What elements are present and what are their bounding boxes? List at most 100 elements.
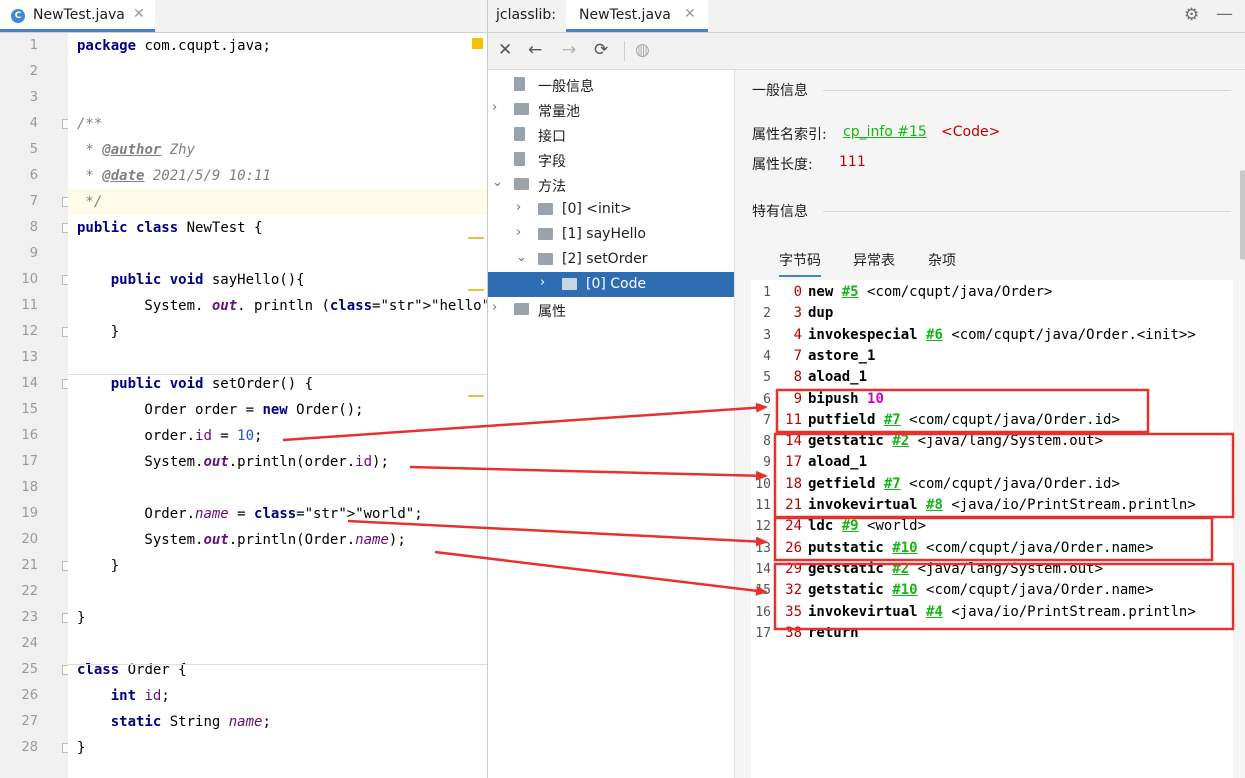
line-number: 3 xyxy=(29,90,38,105)
constant-pool-link[interactable]: #6 xyxy=(926,327,943,343)
code-area[interactable]: package com.cqupt.java; /** * @author Zhy… xyxy=(68,33,507,778)
bytecode-line[interactable]: 9 17 aload_1 xyxy=(751,452,1233,473)
chevron-right-icon[interactable]: › xyxy=(516,200,521,215)
code-line[interactable]: /** xyxy=(68,111,487,137)
web-globe-icon[interactable]: ◍ xyxy=(635,40,650,60)
code-line[interactable]: } xyxy=(68,319,487,345)
code-line[interactable]: System. out. println (class="str">"hello… xyxy=(68,293,506,319)
code-line[interactable]: System.out.println(order.id); xyxy=(68,449,487,475)
code-line[interactable]: Order.name = class="str">"world"; xyxy=(68,501,487,527)
tree-node[interactable]: › [1] sayHello xyxy=(488,222,734,247)
analysis-status-icon[interactable] xyxy=(472,38,483,49)
symbol-reference: <com/cqupt/java/Order> xyxy=(867,284,1053,300)
bytecode-line[interactable]: 11 21 invokevirtual #8 <java/io/PrintStrea… xyxy=(751,495,1233,516)
code-line[interactable] xyxy=(68,579,487,605)
constant-pool-link[interactable]: #2 xyxy=(892,561,909,577)
code-line[interactable]: System.out.println(Order.name); xyxy=(68,527,487,553)
bytecode-instruction: new #5 <com/cqupt/java/Order> xyxy=(808,282,1052,303)
constant-pool-link[interactable]: #8 xyxy=(926,497,943,513)
constant-pool-link[interactable]: #5 xyxy=(842,284,859,300)
tree-node[interactable]: › 属性 xyxy=(488,297,734,322)
code-line[interactable] xyxy=(68,345,487,371)
chevron-right-icon[interactable]: › xyxy=(516,225,521,240)
code-line[interactable]: * @author Zhy xyxy=(68,137,487,163)
tab-exception-table[interactable]: 异常表 xyxy=(853,250,895,270)
detail-scrollbar[interactable] xyxy=(1240,170,1245,260)
close-icon[interactable]: ✕ xyxy=(684,6,696,22)
code-line[interactable]: static String name; xyxy=(68,709,487,735)
tree-node[interactable]: ⌄ [2] setOrder xyxy=(488,247,734,272)
viewer-tab-newtest[interactable]: NewTest.java ✕ xyxy=(566,0,708,32)
tree-node[interactable]: › 常量池 xyxy=(488,97,734,122)
code-line[interactable] xyxy=(68,475,487,501)
bytecode-line[interactable]: 5 8 aload_1 xyxy=(751,367,1233,388)
symbol-reference: <world> xyxy=(867,518,927,535)
code-line[interactable]: package com.cqupt.java; xyxy=(68,33,487,59)
bytecode-line[interactable]: 12 24 ldc #9 <world> xyxy=(751,516,1233,537)
bytecode-line[interactable]: 2 3 dup xyxy=(751,303,1233,324)
code-line[interactable]: */ xyxy=(68,189,487,215)
close-file-icon[interactable]: ✕ xyxy=(498,40,512,60)
code-line[interactable]: int id; xyxy=(68,683,487,709)
constant-pool-link[interactable]: #10 xyxy=(892,540,917,556)
chevron-right-icon[interactable]: › xyxy=(540,275,545,290)
constant-pool-link[interactable]: #2 xyxy=(892,433,909,449)
code-line[interactable]: Order order = new Order(); xyxy=(68,397,487,423)
tree-node[interactable]: 接口 xyxy=(488,122,734,147)
chevron-right-icon[interactable]: › xyxy=(492,300,497,315)
minimize-icon[interactable]: — xyxy=(1216,4,1233,24)
bytecode-line[interactable]: 10 18 getfield #7 <com/cqupt/java/Order.id… xyxy=(751,474,1233,495)
bytecode-listing[interactable]: 1 0 new #5 <com/cqupt/java/Order> 2 3 dup 3 4 in… xyxy=(751,280,1233,778)
code-line[interactable] xyxy=(68,631,487,657)
constant-pool-link[interactable]: #7 xyxy=(884,412,901,428)
tab-bytecode[interactable]: 字节码 xyxy=(779,250,821,277)
tree-node-label: [0] Code xyxy=(586,276,647,292)
code-line[interactable] xyxy=(68,59,487,85)
code-line[interactable]: public void sayHello(){ xyxy=(68,267,487,293)
gear-icon[interactable]: ⚙ xyxy=(1184,5,1199,25)
bytecode-line[interactable]: 16 35 invokevirtual #4 <java/io/PrintStrea… xyxy=(751,602,1233,623)
code-line[interactable] xyxy=(68,85,487,111)
bytecode-line[interactable]: 13 26 putstatic #10 <com/cqupt/java/Order.… xyxy=(751,538,1233,559)
code-line[interactable]: public class NewTest { xyxy=(68,215,487,241)
bytecode-line[interactable]: 1 0 new #5 <com/cqupt/java/Order> xyxy=(751,282,1233,303)
bytecode-line[interactable]: 17 38 return xyxy=(751,623,1233,644)
bytecode-line[interactable]: 14 29 getstatic #2 <java/lang/System.out> xyxy=(751,559,1233,580)
bytecode-line[interactable]: 15 32 getstatic #10 <com/cqupt/java/Order.… xyxy=(751,580,1233,601)
constant-pool-link[interactable]: #7 xyxy=(884,476,901,492)
code-line[interactable] xyxy=(68,241,487,267)
tree-node[interactable]: 字段 xyxy=(488,147,734,172)
code-line[interactable]: order.id = 10; xyxy=(68,423,487,449)
editor-tab-newtest[interactable]: C NewTest.java ✕ xyxy=(0,0,155,32)
bytecode-line[interactable]: 7 11 putfield #7 <com/cqupt/java/Order.id> xyxy=(751,410,1233,431)
tab-misc[interactable]: 杂项 xyxy=(928,250,956,270)
back-arrow-icon[interactable]: ← xyxy=(528,40,542,60)
forward-arrow-icon[interactable]: → xyxy=(562,40,576,60)
chevron-right-icon[interactable]: › xyxy=(492,100,497,115)
chevron-down-icon[interactable]: ⌄ xyxy=(492,175,503,190)
chevron-down-icon[interactable]: ⌄ xyxy=(516,250,527,265)
code-line[interactable]: } xyxy=(68,605,487,631)
change-marker[interactable] xyxy=(468,237,484,239)
tree-node[interactable]: ⌄ 方法 xyxy=(488,172,734,197)
bytecode-line[interactable]: 6 9 bipush 10 xyxy=(751,389,1233,410)
opcode: ldc xyxy=(808,518,834,535)
tree-node[interactable]: 一般信息 xyxy=(488,72,734,97)
close-icon[interactable]: ✕ xyxy=(133,6,145,22)
code-line[interactable]: class Order { xyxy=(68,657,487,683)
tree-node[interactable]: › [0] <init> xyxy=(488,197,734,222)
constant-pool-link[interactable]: #10 xyxy=(892,582,917,598)
bytecode-line[interactable]: 8 14 getstatic #2 <java/lang/System.out> xyxy=(751,431,1233,452)
code-line[interactable]: } xyxy=(68,735,487,761)
change-marker[interactable] xyxy=(468,289,484,291)
code-line[interactable]: * @date 2021/5/9 10:11 xyxy=(68,163,487,189)
code-line[interactable]: } xyxy=(68,553,487,579)
bytecode-line[interactable]: 3 4 invokespecial #6 <com/cqupt/java/Order… xyxy=(751,325,1233,346)
constant-pool-link[interactable]: #4 xyxy=(926,604,943,620)
tree-node[interactable]: › [0] Code xyxy=(488,272,734,297)
constant-pool-link[interactable]: #9 xyxy=(842,518,859,534)
change-marker[interactable] xyxy=(468,395,484,397)
cp-info-link[interactable]: cp_info #15 xyxy=(843,124,927,140)
bytecode-line[interactable]: 4 7 astore_1 xyxy=(751,346,1233,367)
refresh-icon[interactable]: ⟳ xyxy=(594,40,608,60)
